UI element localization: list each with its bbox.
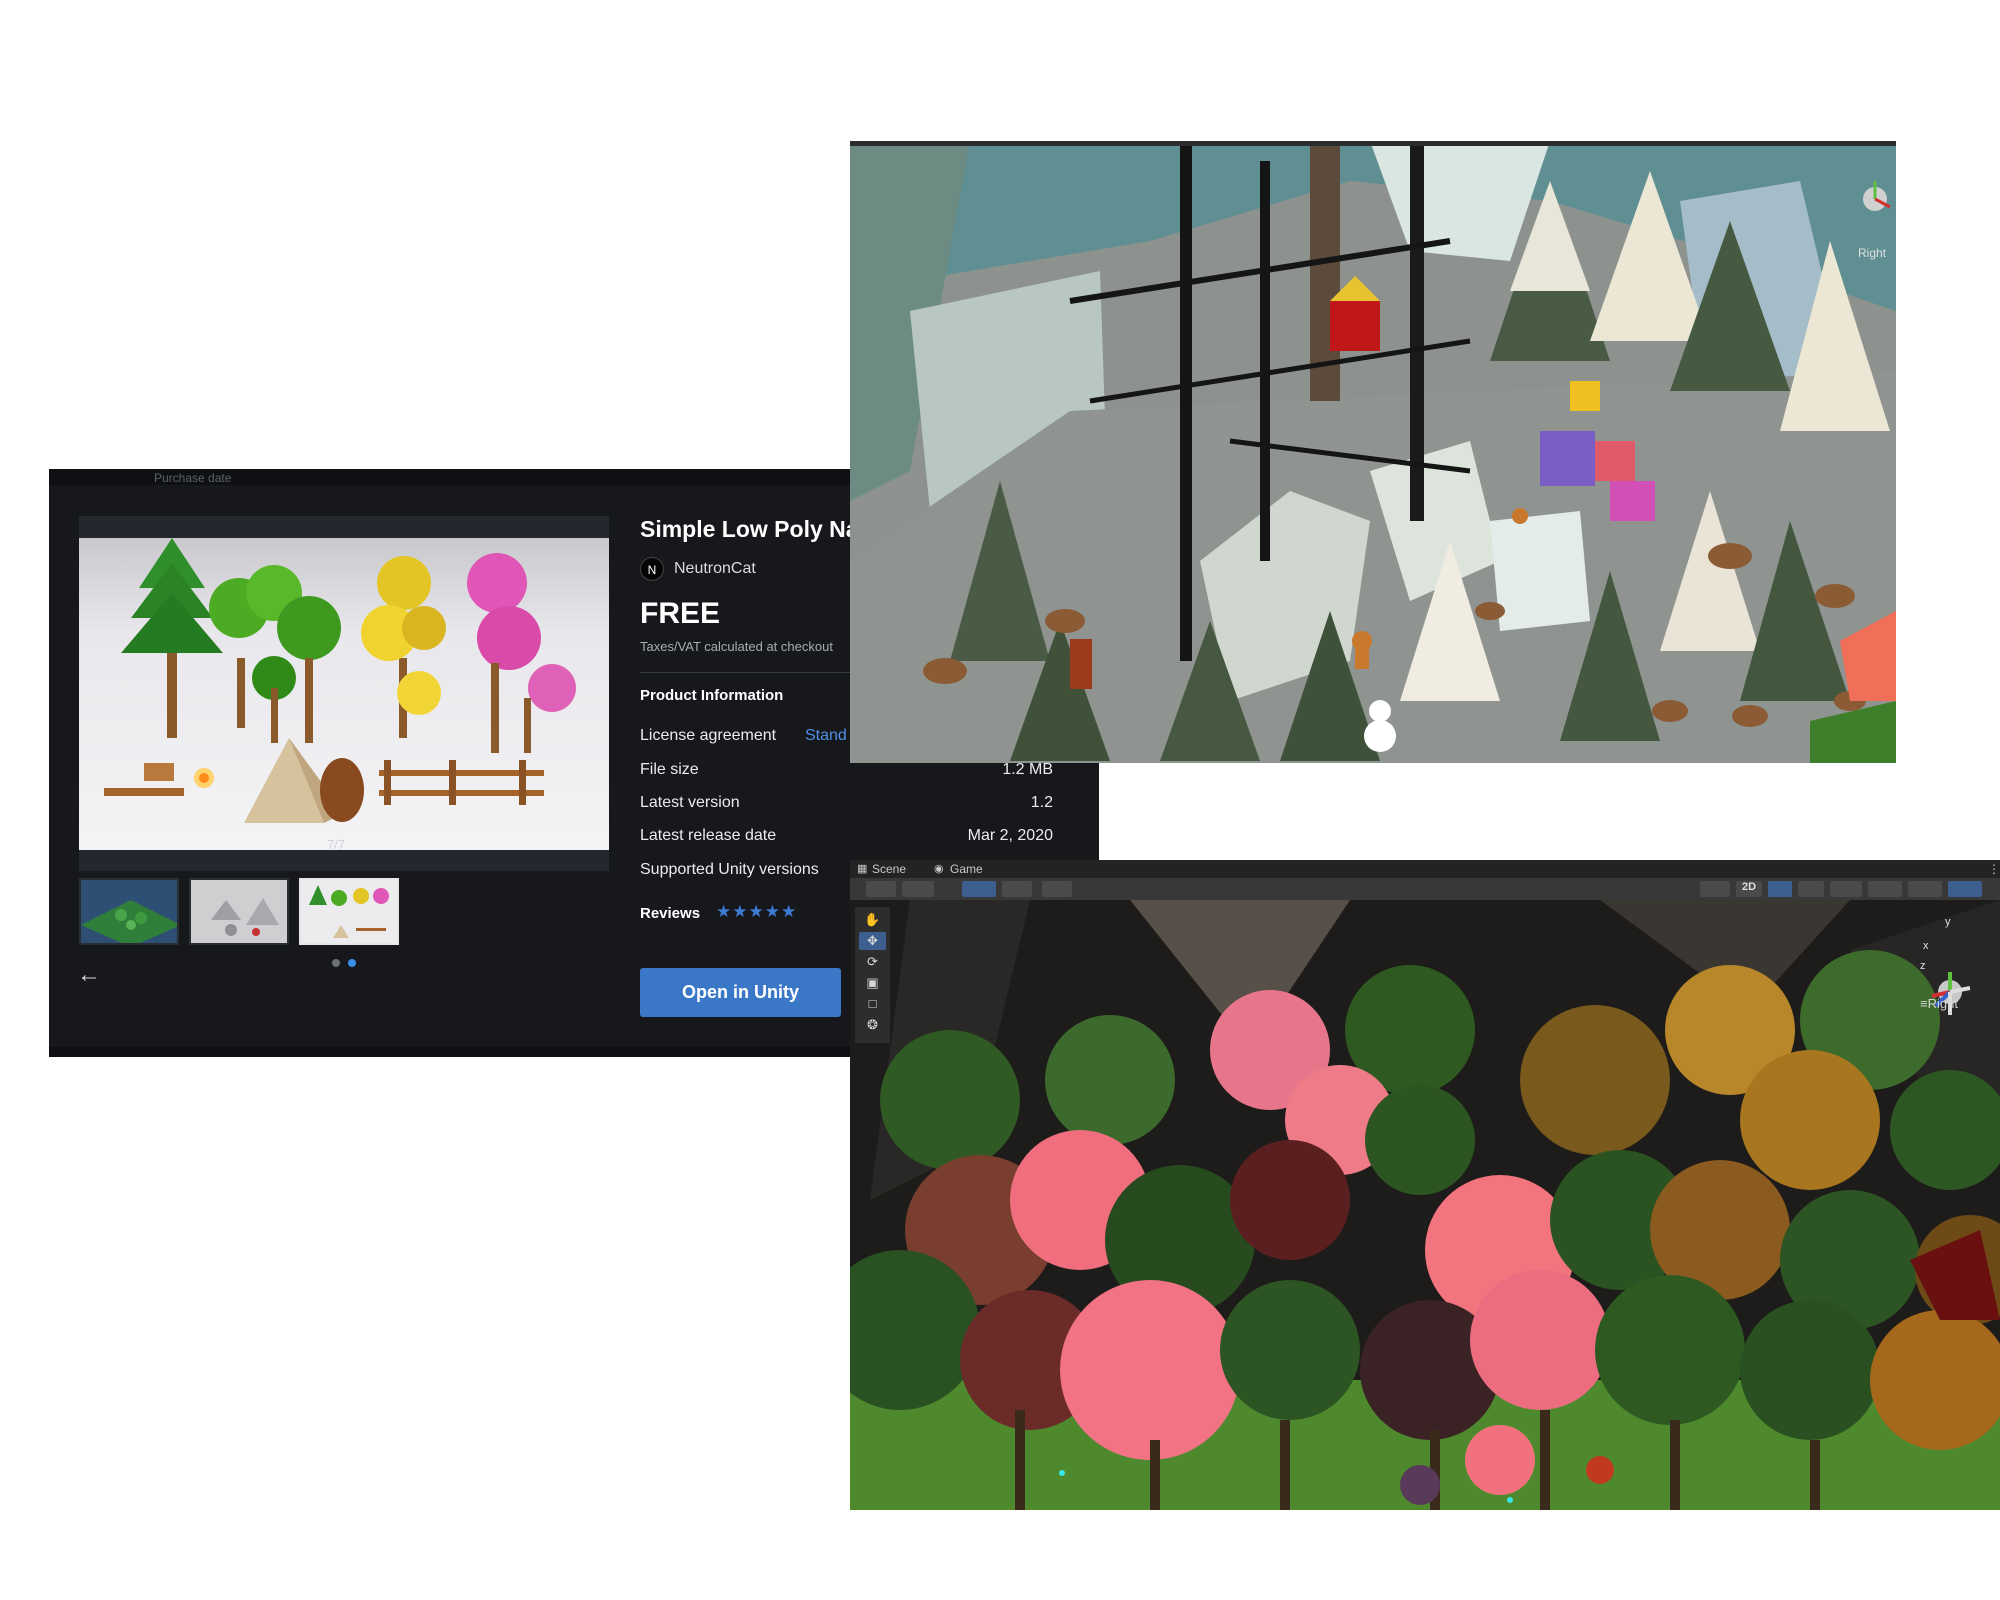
- license-agreement-link[interactable]: Stand: [805, 727, 847, 745]
- gallery-thumbnail[interactable]: [79, 878, 179, 945]
- tab-scene[interactable]: Scene: [872, 860, 906, 878]
- purchase-date-label: Purchase date: [154, 471, 232, 485]
- winter-scene-viewport[interactable]: [850, 141, 1896, 763]
- reviews-label: Reviews: [640, 905, 701, 922]
- global-dropdown[interactable]: [902, 881, 934, 897]
- file-size-value: 1.2 MB: [1002, 761, 1053, 778]
- scale-tool-icon[interactable]: ▣: [859, 974, 886, 992]
- audio-toggle[interactable]: [1798, 881, 1824, 897]
- scene-gizmo-label[interactable]: ≡Right: [1920, 996, 1958, 1011]
- tab-game[interactable]: Game: [950, 860, 983, 878]
- gallery-counter: 7/7: [327, 837, 346, 852]
- product-information-heading: Product Information: [640, 687, 784, 704]
- grid-icon: ▦: [857, 863, 868, 875]
- increment-snap-dropdown[interactable]: [1042, 881, 1072, 897]
- gizmos-dropdown[interactable]: [1948, 881, 1982, 897]
- autumn-forest-render[interactable]: [850, 900, 2000, 1510]
- product-title: Simple Low Poly Na: [640, 516, 859, 542]
- grid-snap-toggle[interactable]: [962, 881, 996, 897]
- unity-scene-editor: ▦ Scene ◉ Game ⋮ 2D y z x ≡Right ✋ ✥ ⟳ ▣…: [850, 860, 2000, 1510]
- arrow-left-icon[interactable]: ←: [77, 961, 101, 989]
- gizmo-y-label: y: [1945, 916, 1951, 928]
- winter-scene-screenshot: Right: [850, 141, 1896, 763]
- draw-mode-dropdown[interactable]: [866, 881, 896, 897]
- scene-viewport[interactable]: [850, 900, 2000, 1510]
- editor-tab-bar: ▦ Scene ◉ Game ⋮: [850, 860, 2000, 878]
- price-label: FREE: [640, 597, 721, 630]
- tax-note: Taxes/VAT calculated at checkout: [640, 639, 833, 654]
- scene-gizmo-label[interactable]: Right: [1858, 246, 1886, 260]
- effects-dropdown[interactable]: [1830, 881, 1862, 897]
- gallery-thumbnail-active[interactable]: [299, 878, 399, 945]
- latest-version-value: 1.2: [1030, 794, 1053, 811]
- hidden-objects-toggle[interactable]: [1868, 881, 1902, 897]
- transform-tool-icon[interactable]: ❂: [859, 1016, 886, 1034]
- main-preview-image[interactable]: [79, 538, 609, 850]
- open-in-unity-button[interactable]: Open in Unity: [640, 968, 841, 1017]
- hand-tool-icon[interactable]: ✋: [859, 911, 886, 929]
- draw-shading-dropdown[interactable]: [1700, 881, 1730, 897]
- latest-release-date-label: Latest release date: [640, 827, 777, 844]
- publisher-avatar[interactable]: N: [640, 557, 664, 581]
- scene-toolbar: 2D: [850, 878, 2000, 900]
- gallery-thumbnail[interactable]: [189, 878, 289, 945]
- supported-unity-versions-label: Supported Unity versions: [640, 861, 819, 878]
- publisher-name[interactable]: NeutronCat: [674, 560, 756, 578]
- tool-palette: ✋ ✥ ⟳ ▣ □ ❂: [854, 906, 891, 1044]
- gamepad-icon: ◉: [934, 863, 944, 875]
- license-agreement-label: License agreement: [640, 727, 777, 744]
- gallery-dot[interactable]: [332, 959, 340, 967]
- file-size-label: File size: [640, 761, 699, 778]
- move-tool-icon[interactable]: ✥: [859, 932, 886, 950]
- latest-version-label: Latest version: [640, 794, 740, 811]
- more-options-icon[interactable]: ⋮: [1988, 860, 2000, 878]
- camera-settings-dropdown[interactable]: [1908, 881, 1942, 897]
- rating-stars[interactable]: ★★★★★: [716, 902, 797, 922]
- window-top-edge: [850, 141, 1896, 146]
- gallery-dot-active[interactable]: [348, 959, 356, 967]
- scene-gizmo-text: Right: [1927, 996, 1958, 1011]
- mode-2d-label: 2D: [1742, 881, 1757, 893]
- gizmo-z-label: z: [1920, 960, 1926, 972]
- rotate-tool-icon[interactable]: ⟳: [859, 953, 886, 971]
- lighting-toggle[interactable]: [1768, 881, 1792, 897]
- gizmo-x-label: x: [1923, 940, 1929, 952]
- latest-release-date-value: Mar 2, 2020: [967, 827, 1053, 844]
- snap-settings-dropdown[interactable]: [1002, 881, 1032, 897]
- rect-tool-icon[interactable]: □: [859, 995, 886, 1013]
